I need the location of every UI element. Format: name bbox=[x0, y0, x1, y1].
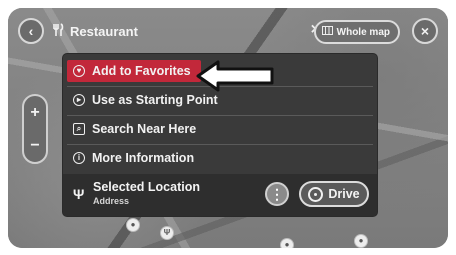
menu-item-label: More Information bbox=[92, 151, 195, 165]
whole-map-label: Whole map bbox=[336, 26, 390, 38]
menu-item-search-near-here[interactable]: ⌕ Search Near Here bbox=[67, 118, 287, 140]
close-button[interactable]: × bbox=[412, 18, 438, 44]
menu-item-add-to-favorites[interactable]: ♥ Add to Favorites bbox=[67, 60, 201, 82]
divider bbox=[67, 115, 373, 116]
zoom-out-button[interactable]: − bbox=[30, 137, 39, 155]
selected-location-panel: Ψ Selected Location Address ⋮ Drive bbox=[63, 174, 377, 216]
more-options-button[interactable]: ⋮ bbox=[265, 182, 289, 206]
drive-button[interactable]: Drive bbox=[299, 181, 369, 207]
more-vertical-icon: ⋮ bbox=[270, 186, 284, 202]
drive-label: Drive bbox=[328, 187, 360, 201]
info-icon: i bbox=[73, 152, 85, 164]
selected-location-title: Selected Location bbox=[93, 180, 200, 194]
poi-pin[interactable]: ● bbox=[126, 218, 140, 232]
heart-icon: ♥ bbox=[73, 65, 85, 77]
map-icon bbox=[321, 26, 333, 38]
zoom-in-button[interactable]: + bbox=[30, 104, 39, 122]
whole-map-button[interactable]: Whole map bbox=[313, 20, 400, 44]
search-query: Restaurant bbox=[70, 23, 138, 39]
divider bbox=[67, 144, 373, 145]
menu-item-use-as-starting-point[interactable]: ▸ Use as Starting Point bbox=[67, 89, 287, 111]
close-icon: × bbox=[420, 23, 430, 39]
search-near-icon: ⌕ bbox=[73, 123, 85, 135]
fork-knife-icon bbox=[52, 22, 64, 40]
callout-arrow-icon bbox=[196, 60, 274, 92]
zoom-control: + − bbox=[22, 94, 48, 164]
nav-screen: ‹ Restaurant × Whole map × bbox=[8, 8, 448, 248]
selected-location-address: Address bbox=[93, 196, 130, 206]
fork-knife-icon: Ψ bbox=[73, 186, 85, 202]
search-bar: ‹ Restaurant × Whole map × bbox=[18, 16, 438, 46]
menu-item-label: Search Near Here bbox=[92, 122, 197, 136]
back-button[interactable]: ‹ bbox=[18, 18, 44, 44]
menu-item-label: Add to Favorites bbox=[92, 64, 191, 78]
restaurant-pin[interactable]: Ψ bbox=[160, 226, 174, 240]
poi-pin[interactable]: ● bbox=[354, 234, 368, 248]
menu-item-more-information[interactable]: i More Information bbox=[67, 147, 287, 169]
steering-wheel-icon bbox=[308, 186, 324, 202]
back-icon: ‹ bbox=[28, 23, 34, 39]
search-field[interactable]: Restaurant bbox=[52, 18, 300, 44]
poi-pin[interactable]: ● bbox=[280, 238, 294, 248]
start-point-icon: ▸ bbox=[73, 94, 85, 106]
menu-item-label: Use as Starting Point bbox=[92, 93, 218, 107]
